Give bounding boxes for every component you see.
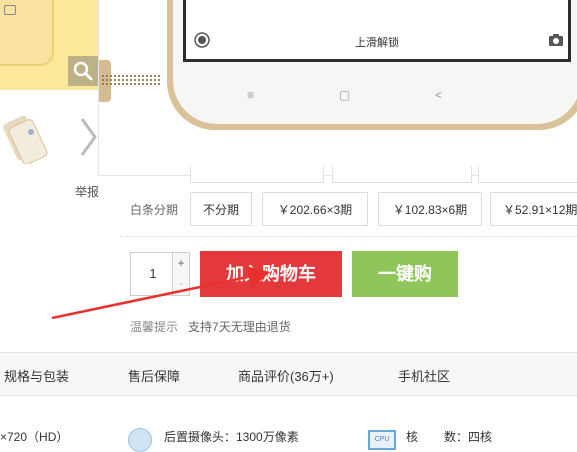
tab-community[interactable]: 手机社区 (398, 366, 450, 385)
product-preview-image: 上滑解锁 ≡ ▢ < (98, 0, 577, 176)
option-partial[interactable] (190, 166, 324, 183)
quantity-minus-button[interactable]: - (172, 274, 189, 295)
cpu-icon: CPU (368, 430, 396, 450)
tab-after-sales[interactable]: 售后保障 (128, 366, 180, 385)
warm-tip-text: 支持7天无理由退货 (188, 320, 291, 334)
installment-label: 白条分期 (130, 203, 179, 217)
spec-resolution: ×720（HD） (0, 430, 69, 444)
tab-specs[interactable]: 规格与包装 (4, 366, 69, 385)
warm-tip-label: 温馨提示 (130, 320, 179, 334)
report-link[interactable]: 举报 (75, 183, 99, 200)
phone-screen: 上滑解锁 (183, 0, 571, 62)
divider (120, 236, 577, 237)
option-partial[interactable] (478, 166, 577, 183)
installment-option-12[interactable]: ￥52.91×12期 (490, 192, 577, 226)
add-to-cart-button[interactable]: 加入购物车 (200, 251, 342, 297)
camera-icon (4, 5, 16, 15)
camera-lens-icon (128, 428, 152, 452)
warm-tip: 温馨提示 支持7天无理由退货 (130, 318, 291, 335)
installment-option-6[interactable]: ￥102.83×6期 (378, 192, 482, 226)
home-key-icon: ▢ (339, 88, 351, 102)
thumbnail-gold-phone[interactable] (3, 112, 51, 165)
spec-cpu-label: 核 (406, 430, 419, 444)
speaker-grill (101, 74, 161, 86)
spec-rear-camera: 后置摄像头：1300万像素 (164, 430, 299, 444)
unlock-text: 上滑解锁 (355, 37, 399, 49)
installment-option-none[interactable]: 不分期 (190, 192, 252, 226)
back-key-icon: < (435, 88, 443, 102)
chevron-right-icon[interactable] (77, 115, 99, 159)
tab-reviews[interactable]: 商品评价(36万+) (238, 366, 334, 385)
quantity-plus-button[interactable]: + (172, 253, 189, 275)
phone-body: 上滑解锁 ≡ ▢ < (167, 0, 577, 130)
option-partial[interactable] (332, 166, 472, 183)
installment-option-3[interactable]: ￥202.66×3期 (262, 192, 368, 226)
quantity-stepper[interactable]: 1 + - (130, 252, 190, 296)
record-icon (194, 32, 210, 48)
quantity-input[interactable]: 1 (131, 253, 175, 295)
phone-face: 上滑解锁 ≡ ▢ < (173, 0, 577, 124)
camera-icon (549, 34, 563, 46)
spec-cpu-value: 数：四核 (444, 430, 493, 444)
zoom-icon[interactable] (68, 56, 98, 86)
one-click-buy-button[interactable]: 一键购 (352, 251, 458, 297)
menu-key-icon: ≡ (247, 88, 255, 102)
